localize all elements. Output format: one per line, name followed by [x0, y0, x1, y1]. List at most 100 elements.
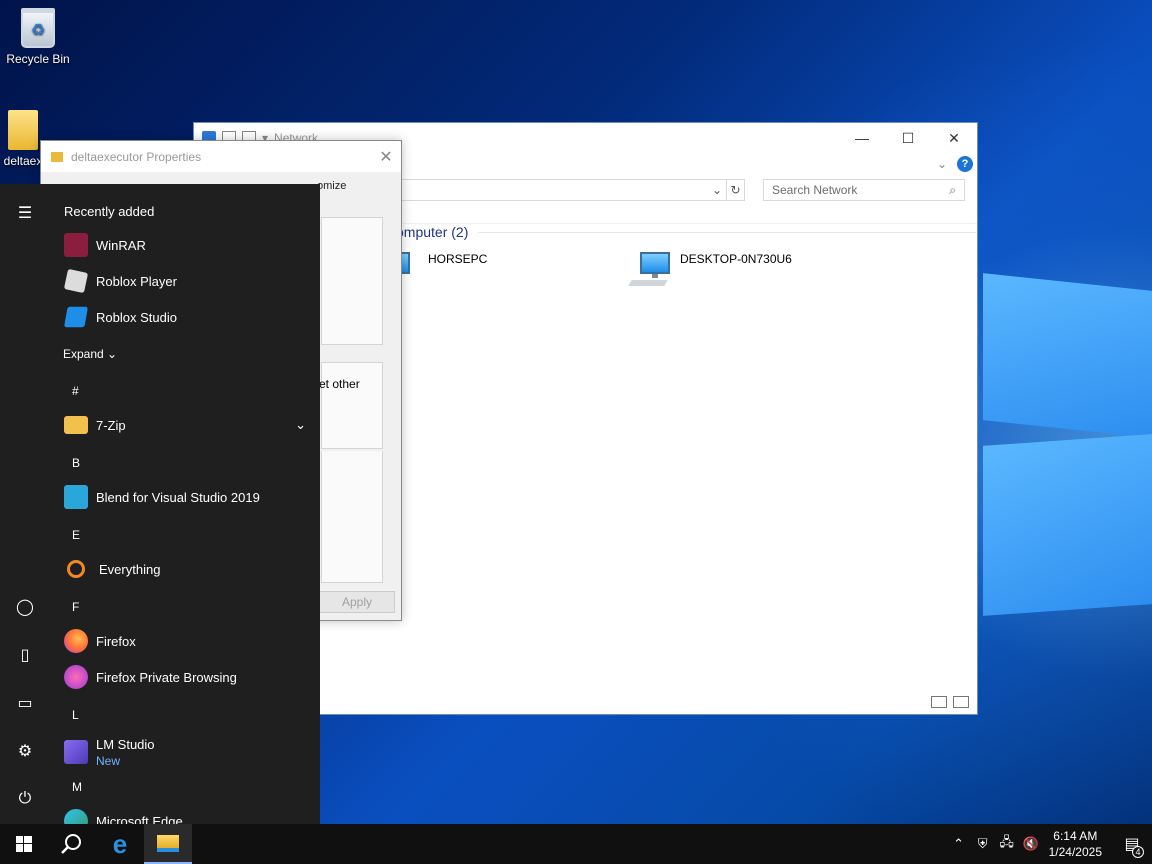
app-7zip[interactable]: 7-Zip ⌄	[64, 411, 306, 439]
blend-icon	[64, 485, 88, 509]
app-label: Firefox	[96, 633, 136, 649]
network-computer-horsepc[interactable]: HORSEPC	[390, 252, 487, 290]
document-icon[interactable]: ▯	[14, 644, 36, 666]
section-letter[interactable]: B	[72, 456, 80, 470]
system-tray: ⌃ ⛨ 🖧 🔇 6:14 AM 1/24/2025 ▤ 4	[947, 824, 1152, 864]
help-icon[interactable]: ?	[957, 156, 973, 172]
refresh-button[interactable]: ↻	[727, 179, 745, 201]
network-icon[interactable]: 🖧	[995, 833, 1019, 855]
chevron-down-icon[interactable]: ⌄	[712, 183, 722, 197]
app-firefox-private[interactable]: Firefox Private Browsing	[64, 663, 304, 691]
folder-icon	[64, 416, 88, 434]
app-label: Roblox Studio	[96, 309, 177, 325]
group-header-label: omputer (2)	[396, 224, 469, 240]
properties-groupbox	[321, 451, 383, 583]
network-computer-desktop[interactable]: DESKTOP-0N730U6	[628, 252, 792, 290]
show-hidden-icons-icon[interactable]: ⌃	[947, 836, 971, 852]
roblox-studio-icon	[64, 306, 88, 328]
desktop-icon-recycle-bin[interactable]: Recycle Bin	[0, 8, 76, 66]
section-letter[interactable]: E	[72, 528, 80, 542]
app-everything[interactable]: Everything	[64, 555, 304, 583]
security-icon[interactable]: ⛨	[971, 836, 995, 852]
edge-icon	[64, 809, 88, 824]
notification-count: 4	[1132, 846, 1144, 858]
search-input[interactable]: Search Network ⌕	[763, 179, 965, 201]
power-icon[interactable]: ⏻	[14, 788, 36, 810]
app-label: Roblox Player	[96, 273, 177, 289]
volume-muted-icon[interactable]: 🔇	[1019, 836, 1043, 852]
tab-customize[interactable]: omize	[317, 180, 346, 194]
pictures-icon[interactable]: ▭	[14, 692, 36, 714]
start-menu-rail: ☰ ◯ ▯ ▭ ⚙ ⏻	[0, 184, 50, 824]
app-label: LM Studio	[96, 736, 155, 752]
app-roblox-player[interactable]: Roblox Player	[63, 267, 304, 295]
settings-icon[interactable]: ⚙	[14, 740, 36, 762]
taskbar-edge[interactable]: e	[96, 824, 144, 864]
properties-groupbox	[321, 217, 383, 345]
search-icon	[61, 834, 81, 854]
app-microsoft-edge[interactable]: Microsoft Edge	[64, 807, 304, 824]
taskbar-file-explorer[interactable]	[144, 824, 192, 864]
expand-label: Expand	[63, 347, 104, 361]
user-icon[interactable]: ◯	[14, 596, 36, 618]
app-winrar[interactable]: WinRAR	[64, 231, 304, 259]
minimize-button[interactable]: —	[839, 123, 885, 153]
search-placeholder: Search Network	[772, 183, 858, 197]
desktop-icon-label: Recycle Bin	[6, 52, 70, 66]
computer-label: HORSEPC	[428, 252, 488, 266]
section-letter[interactable]: M	[72, 780, 82, 794]
windows-logo-icon	[16, 836, 32, 852]
section-letter[interactable]: F	[72, 600, 79, 614]
properties-title: deltaexecutor Properties	[71, 149, 202, 164]
start-button[interactable]	[0, 824, 48, 864]
large-icons-view-icon[interactable]	[953, 696, 969, 708]
recycle-bin-icon	[21, 8, 55, 48]
action-center-button[interactable]: ▤ 4	[1112, 834, 1152, 858]
firefox-private-icon	[64, 665, 88, 689]
app-label: 7-Zip	[96, 417, 126, 433]
properties-titlebar: deltaexecutor Properties ✕	[41, 141, 401, 172]
winrar-icon	[64, 233, 88, 257]
app-blend[interactable]: Blend for Visual Studio 2019	[64, 483, 304, 511]
folder-icon	[8, 110, 38, 150]
app-firefox[interactable]: Firefox	[64, 627, 304, 655]
recently-added-title: Recently added	[64, 204, 155, 219]
app-label: Microsoft Edge	[96, 813, 183, 825]
clock[interactable]: 6:14 AM 1/24/2025	[1049, 828, 1102, 860]
properties-groupbox	[321, 362, 383, 449]
clock-date: 1/24/2025	[1048, 845, 1102, 859]
details-view-icon[interactable]	[931, 696, 947, 708]
app-label: WinRAR	[96, 237, 146, 253]
magnifier-icon	[67, 560, 85, 578]
expand-button[interactable]: Expand ⌄	[63, 347, 117, 361]
wallpaper-pane	[983, 434, 1152, 616]
app-label: Everything	[99, 561, 161, 577]
chevron-down-icon[interactable]: ⌄	[295, 417, 306, 433]
computer-label: DESKTOP-0N730U6	[680, 252, 792, 266]
properties-partial-text: et other	[319, 377, 360, 391]
maximize-button[interactable]: ☐	[885, 123, 931, 153]
folder-icon	[51, 151, 63, 162]
close-button[interactable]: ✕	[371, 147, 401, 167]
expand-ribbon-chevron-icon[interactable]: ⌄	[937, 157, 947, 171]
app-label: Blend for Visual Studio 2019	[96, 489, 260, 505]
app-roblox-studio[interactable]: Roblox Studio	[64, 303, 304, 331]
clock-time: 6:14 AM	[1053, 829, 1098, 843]
section-letter[interactable]: L	[72, 708, 79, 722]
edge-icon: e	[112, 828, 128, 859]
computer-icon	[628, 252, 672, 290]
search-icon: ⌕	[949, 182, 956, 197]
section-letter[interactable]: #	[72, 384, 79, 398]
chevron-down-icon: ⌄	[107, 347, 118, 361]
start-menu-app-list: Recently added WinRAR Roblox Player Robl…	[50, 184, 320, 824]
group-header-computer[interactable]: omputer (2)	[396, 224, 976, 240]
apply-button[interactable]: Apply	[319, 591, 395, 613]
lm-studio-icon	[64, 740, 88, 764]
search-button[interactable]	[48, 824, 96, 864]
wallpaper-pane	[983, 273, 1152, 438]
hamburger-icon[interactable]: ☰	[14, 202, 36, 224]
new-badge: New	[96, 753, 121, 768]
close-button[interactable]: ✕	[931, 123, 977, 153]
desktop-icon-label: deltaex	[3, 154, 43, 168]
app-lm-studio[interactable]: LM Studio New	[64, 734, 304, 770]
